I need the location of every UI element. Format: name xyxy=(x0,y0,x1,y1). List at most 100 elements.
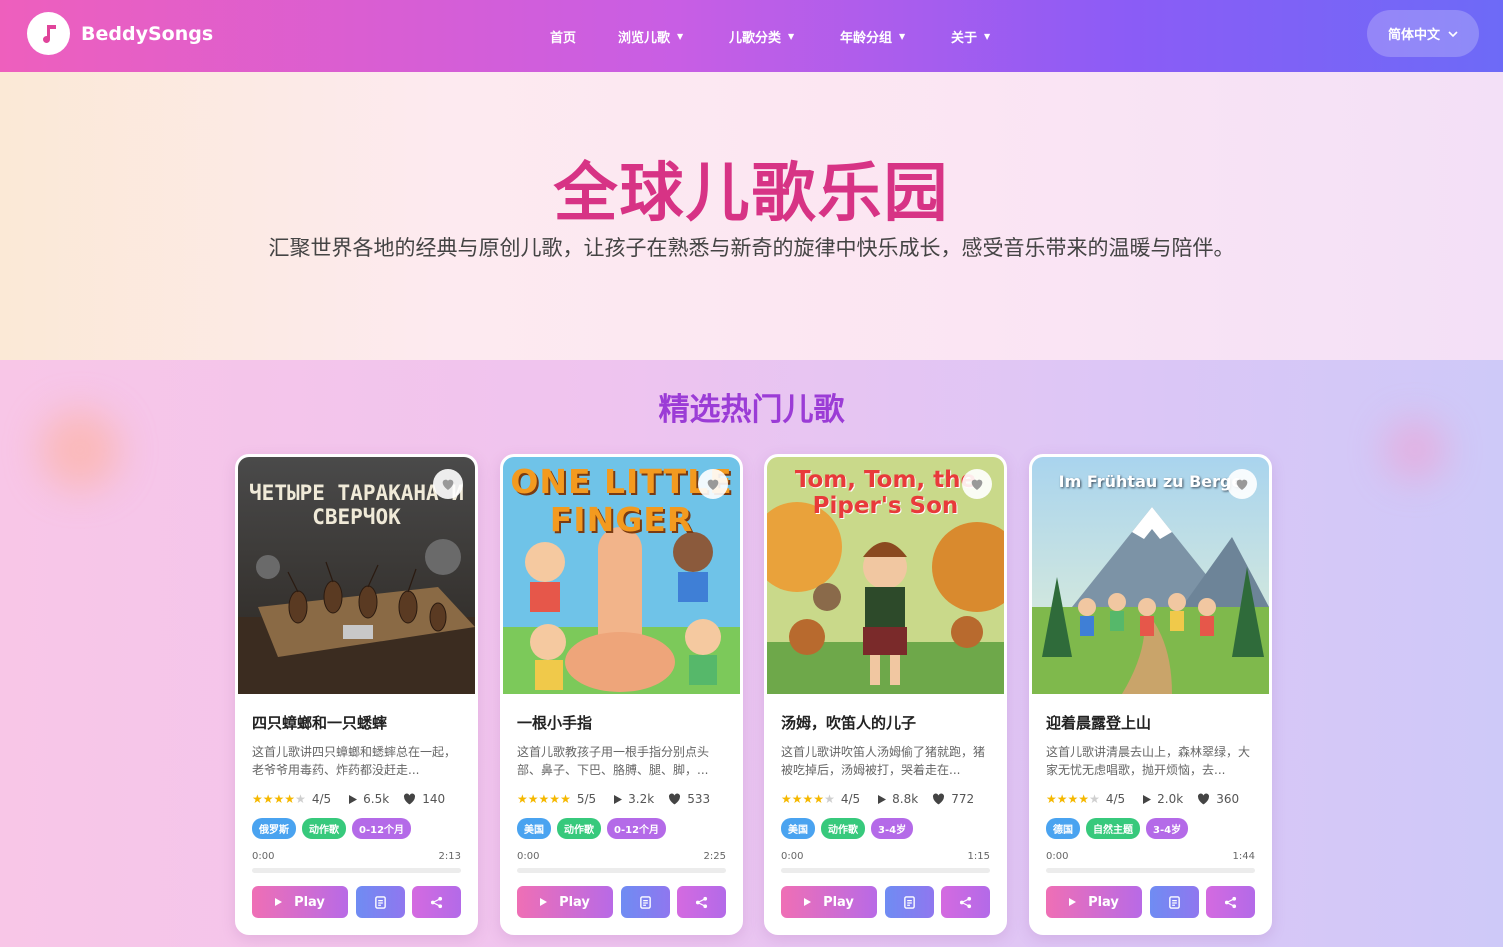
tag-country[interactable]: 美国 xyxy=(517,818,551,839)
share-icon xyxy=(695,896,708,908)
song-card[interactable]: Im Frühtau zu Berge 迎着晨露登上山 这首儿歌讲清晨去山上，森… xyxy=(1029,454,1272,935)
nav-item-home[interactable]: 首页 xyxy=(550,27,618,46)
nav-item-label: 儿歌分类 xyxy=(729,30,782,46)
progress-bar[interactable] xyxy=(1046,868,1255,873)
card-actions: Play xyxy=(1046,886,1255,918)
tag-country[interactable]: 德国 xyxy=(1046,818,1080,839)
nav-item-label: 年龄分组 xyxy=(840,30,893,46)
song-description: 这首儿歌讲吹笛人汤姆偷了猪就跑，猪被吃掉后，汤姆被打，哭着走在... xyxy=(781,745,986,777)
lyrics-button[interactable] xyxy=(621,886,670,918)
play-button-label: Play xyxy=(823,894,854,910)
play-icon xyxy=(1143,794,1152,804)
like-count: 360 xyxy=(1197,792,1239,806)
star-icon: ★ xyxy=(560,792,571,806)
play-button[interactable]: Play xyxy=(517,886,613,918)
decorative-blob xyxy=(1385,420,1445,480)
play-count: 8.8k xyxy=(878,792,918,806)
lyrics-button[interactable] xyxy=(1150,886,1199,918)
hero-section: 全球儿歌乐园 汇聚世界各地的经典与原创儿歌，让孩子在熟悉与新奇的旋律中快乐成长，… xyxy=(0,72,1503,360)
heart-icon xyxy=(404,793,416,805)
tag-type[interactable]: 动作歌 xyxy=(557,818,601,839)
progress-bar[interactable] xyxy=(252,868,461,873)
play-button[interactable]: Play xyxy=(1046,886,1142,918)
star-icon: ★ xyxy=(1046,792,1057,806)
progress-bar[interactable] xyxy=(517,868,726,873)
nav-item-browse[interactable]: 浏览儿歌 ▼ xyxy=(618,27,729,46)
share-button[interactable] xyxy=(412,886,461,918)
song-stats: ★ ★ ★ ★ ★ 4/5 2.0k 360 xyxy=(1046,792,1255,806)
play-icon xyxy=(349,794,358,804)
card-actions: Play xyxy=(517,886,726,918)
favorite-button[interactable] xyxy=(433,469,463,499)
time-row: 0:00 2:25 xyxy=(517,851,726,862)
current-time: 0:00 xyxy=(781,851,804,862)
heart-icon xyxy=(1236,479,1248,490)
star-rating: ★ ★ ★ ★ ★ xyxy=(781,793,835,805)
language-selector[interactable]: 简体中文 xyxy=(1367,10,1479,57)
tag-list: 美国 动作歌 3-4岁 xyxy=(781,818,990,839)
caret-down-icon: ▼ xyxy=(899,31,906,41)
like-count-text: 140 xyxy=(422,792,446,806)
language-label: 简体中文 xyxy=(1387,28,1440,43)
song-title[interactable]: 一根小手指 xyxy=(517,712,726,733)
play-count-text: 8.8k xyxy=(892,792,919,806)
song-title[interactable]: 迎着晨露登上山 xyxy=(1046,712,1255,733)
tag-age[interactable]: 0-12个月 xyxy=(607,818,667,839)
song-description: 这首儿歌教孩子用一根手指分别点头部、鼻子、下巴、胳膊、腿、脚，... xyxy=(517,745,710,777)
share-button[interactable] xyxy=(677,886,726,918)
song-card[interactable]: ONE LITTLE FINGER 一根小手指 这首儿歌教孩子用一根手指分别点头… xyxy=(500,454,743,935)
song-cover[interactable]: ONE LITTLE FINGER xyxy=(503,457,740,694)
brand-logo[interactable]: BeddySongs xyxy=(27,12,213,55)
lyrics-button[interactable] xyxy=(885,886,934,918)
nav-item-about[interactable]: 关于 ▼ xyxy=(951,27,1011,46)
star-icon: ★ xyxy=(284,792,296,806)
favorite-button[interactable] xyxy=(962,469,992,499)
play-button-label: Play xyxy=(559,894,590,910)
play-button[interactable]: Play xyxy=(781,886,877,918)
song-stats: ★ ★ ★ ★ ★ 4/5 6.5k 140 xyxy=(252,792,461,806)
song-card[interactable]: ЧЕТЫРЕ ТАРАКАНА И СВЕРЧОК 四只蟑螂和一只蟋蟀 这首儿歌… xyxy=(235,454,478,935)
song-description: 这首儿歌讲清晨去山上，森林翠绿，大家无忧无虑唱歌，抛开烦恼，去... xyxy=(1046,745,1251,777)
document-icon xyxy=(1169,895,1180,909)
play-button[interactable]: Play xyxy=(252,886,348,918)
star-icon: ★ xyxy=(527,792,539,806)
favorite-button[interactable] xyxy=(1227,469,1257,499)
play-count: 6.5k xyxy=(349,792,389,806)
tag-country[interactable]: 俄罗斯 xyxy=(252,818,296,839)
tag-type[interactable]: 动作歌 xyxy=(302,818,346,839)
play-icon xyxy=(540,898,548,906)
tag-country[interactable]: 美国 xyxy=(781,818,815,839)
share-icon xyxy=(430,896,443,908)
nav-item-categories[interactable]: 儿歌分类 ▼ xyxy=(729,27,840,46)
like-count-text: 772 xyxy=(951,792,975,806)
star-icon: ★ xyxy=(1089,792,1100,806)
song-title[interactable]: 四只蟑螂和一只蟋蟀 xyxy=(252,712,461,733)
like-count-text: 360 xyxy=(1216,792,1240,806)
tag-list: 德国 自然主题 3-4岁 xyxy=(1046,818,1255,839)
share-button[interactable] xyxy=(941,886,990,918)
song-cover[interactable]: Im Frühtau zu Berge xyxy=(1032,457,1269,694)
song-cover[interactable]: Tom, Tom, the Piper's Son xyxy=(767,457,1004,694)
heart-icon xyxy=(933,793,945,805)
tag-type[interactable]: 动作歌 xyxy=(821,818,865,839)
star-rating: ★ ★ ★ ★ ★ xyxy=(1046,793,1100,805)
progress-bar[interactable] xyxy=(781,868,990,873)
nav-item-label: 关于 xyxy=(951,30,978,46)
song-card[interactable]: Tom, Tom, the Piper's Son 汤姆，吹笛人的儿子 这首儿歌… xyxy=(764,454,1007,935)
nav-item-age-groups[interactable]: 年龄分组 ▼ xyxy=(840,27,951,46)
tag-type[interactable]: 自然主题 xyxy=(1086,818,1140,839)
play-count: 3.2k xyxy=(614,792,654,806)
favorite-button[interactable] xyxy=(698,469,728,499)
chevron-down-icon xyxy=(1448,30,1458,37)
tag-age[interactable]: 3-4岁 xyxy=(871,818,914,839)
tag-age[interactable]: 0-12个月 xyxy=(352,818,412,839)
play-count-text: 2.0k xyxy=(1157,792,1184,806)
song-cover[interactable]: ЧЕТЫРЕ ТАРАКАНА И СВЕРЧОК xyxy=(238,457,475,694)
share-icon xyxy=(959,896,972,908)
nav-item-label: 首页 xyxy=(550,30,577,46)
like-count: 140 xyxy=(403,792,445,806)
tag-age[interactable]: 3-4岁 xyxy=(1146,818,1189,839)
lyrics-button[interactable] xyxy=(356,886,405,918)
song-title[interactable]: 汤姆，吹笛人的儿子 xyxy=(781,712,990,733)
share-button[interactable] xyxy=(1206,886,1255,918)
